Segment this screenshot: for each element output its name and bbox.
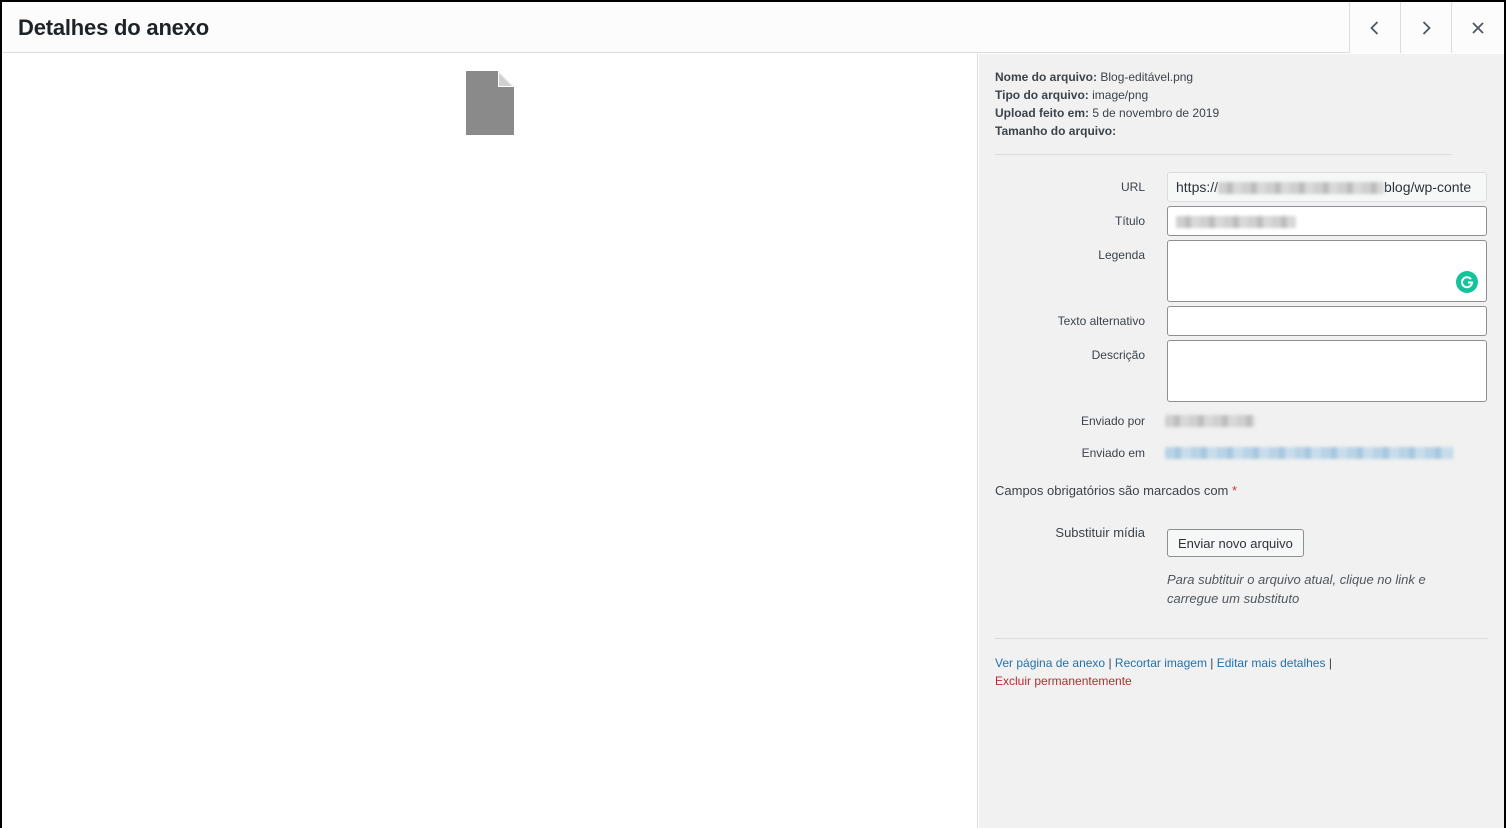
- file-name-label: Nome do arquivo:: [995, 70, 1098, 84]
- file-size-label: Tamanho do arquivo:: [995, 124, 1117, 138]
- caption-label: Legenda: [1098, 248, 1145, 262]
- url-suffix: blog/wp-conte: [1384, 179, 1472, 195]
- caption-textarea[interactable]: [1167, 240, 1487, 302]
- modal-title: Detalhes do anexo: [18, 15, 209, 40]
- replace-media-label: Substituir mídia: [1055, 525, 1145, 540]
- delete-permanently-link[interactable]: Excluir permanentemente: [995, 674, 1132, 688]
- separator: |: [1328, 656, 1332, 670]
- crop-image-link[interactable]: Recortar imagem: [1115, 656, 1207, 670]
- uploaded-to-link[interactable]: [1165, 447, 1453, 459]
- url-label: URL: [1120, 180, 1145, 194]
- file-size-row: Tamanho do arquivo:: [995, 122, 1219, 140]
- title-field[interactable]: [1167, 206, 1487, 236]
- uploaded-by-value[interactable]: [1165, 415, 1255, 427]
- replace-hint: Para subtituir o arquivo atual, clique n…: [1167, 572, 1426, 606]
- upload-date-label: Upload feito em:: [995, 106, 1090, 120]
- attachment-actions: Ver página de anexo | Recortar imagem | …: [995, 654, 1332, 690]
- redacted-text: [1218, 182, 1385, 195]
- chevron-right-icon: [1422, 20, 1431, 35]
- edit-more-details-link[interactable]: Editar mais detalhes: [1217, 656, 1326, 670]
- description-label: Descrição: [1091, 348, 1145, 362]
- title-label: Título: [1114, 214, 1145, 228]
- attachment-details-modal: Detalhes do anexo Nome do arquivo: Blog-…: [2, 2, 1504, 828]
- divider: [995, 638, 1488, 639]
- chevron-left-icon: [1370, 20, 1379, 35]
- upload-date-value: 5 de novembro de 2019: [1092, 106, 1220, 120]
- attachment-info-sidebar: Nome do arquivo: Blog-editável.png Tipo …: [979, 54, 1504, 828]
- required-note-text: Campos obrigatórios são marcados com: [995, 483, 1229, 498]
- separator: |: [1210, 656, 1214, 670]
- url-field[interactable]: https:// blog/wp-conte: [1167, 172, 1487, 202]
- file-name-value: Blog-editável.png: [1100, 70, 1194, 84]
- modal-header: Detalhes do anexo: [2, 2, 1504, 53]
- document-file-icon: [466, 71, 514, 135]
- close-icon: [1472, 21, 1484, 34]
- upload-date-row: Upload feito em: 5 de novembro de 2019: [995, 104, 1219, 122]
- next-button[interactable]: [1400, 2, 1451, 53]
- url-prefix: https://: [1176, 179, 1219, 195]
- required-fields-note: Campos obrigatórios são marcados com *: [995, 483, 1237, 498]
- close-button[interactable]: [1451, 2, 1504, 53]
- uploaded-to-label: Enviado em: [1081, 446, 1145, 460]
- file-name-row: Nome do arquivo: Blog-editável.png: [995, 68, 1219, 86]
- alt-text-label: Texto alternativo: [1057, 314, 1145, 328]
- redacted-text: [1176, 216, 1296, 229]
- previous-button[interactable]: [1349, 2, 1400, 53]
- uploaded-by-label: Enviado por: [1080, 414, 1145, 428]
- attachment-preview: [2, 54, 978, 828]
- description-textarea[interactable]: [1167, 340, 1487, 402]
- file-details: Nome do arquivo: Blog-editável.png Tipo …: [995, 68, 1219, 140]
- file-type-row: Tipo do arquivo: image/png: [995, 86, 1219, 104]
- file-type-label: Tipo do arquivo:: [995, 88, 1089, 102]
- file-type-value: image/png: [1092, 88, 1149, 102]
- required-star: *: [1232, 483, 1238, 498]
- separator: |: [1108, 656, 1112, 670]
- upload-new-file-button[interactable]: Enviar novo arquivo: [1167, 529, 1304, 557]
- grammarly-icon[interactable]: [1456, 271, 1478, 293]
- divider: [995, 154, 1452, 155]
- view-attachment-page-link[interactable]: Ver página de anexo: [995, 656, 1105, 670]
- alt-text-field[interactable]: [1167, 306, 1487, 336]
